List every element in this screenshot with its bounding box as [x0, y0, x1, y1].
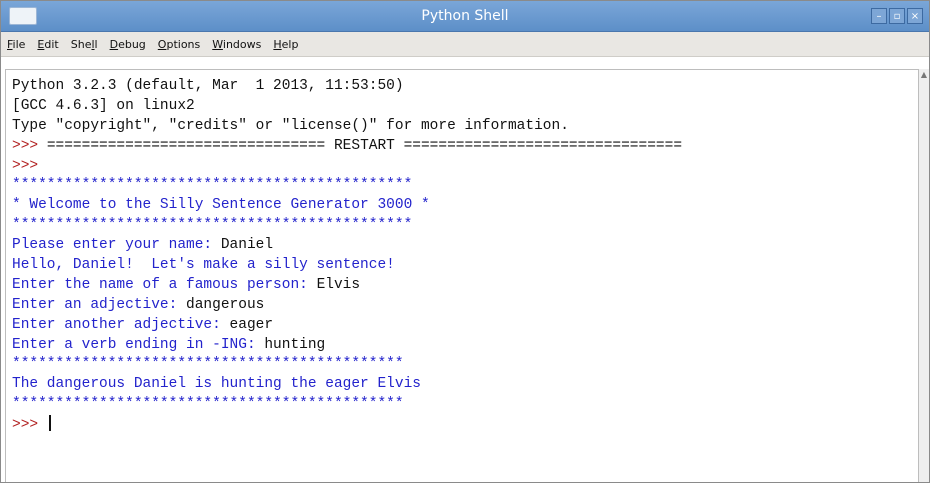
output-text: Please enter your name: [12, 237, 221, 254]
input-text: eager [229, 316, 274, 333]
menu-options[interactable]: Options [158, 38, 200, 51]
shell-line: Enter an adjective: dangerous [12, 296, 919, 316]
prompt-text: >>> [12, 417, 47, 434]
shell-line: Hello, Daniel! Let's make a silly senten… [12, 256, 919, 276]
output-text: ****************************************… [12, 356, 404, 373]
output-text: Enter the name of a famous person: [12, 276, 317, 293]
menu-bar: File Edit Shell Debug Options Windows He… [1, 32, 929, 57]
text-cursor [48, 415, 51, 432]
input-text: dangerous [186, 296, 265, 313]
shell-line: >>> [12, 415, 919, 435]
shell-line: >>> ================================ RES… [12, 137, 919, 157]
shell-line: ****************************************… [12, 176, 919, 196]
vertical-scrollbar[interactable]: ▲ [918, 69, 929, 482]
minimize-button[interactable]: – [871, 8, 887, 24]
shell-line: * Welcome to the Silly Sentence Generato… [12, 196, 919, 216]
shell-line: ****************************************… [12, 216, 919, 236]
input-text: hunting [264, 336, 326, 353]
scroll-up-arrow-icon[interactable]: ▲ [919, 69, 929, 81]
shell-line: ****************************************… [12, 395, 919, 415]
python-shell-window: Python Shell – ▫ × File Edit Shell Debug… [0, 0, 930, 483]
output-text: Enter another adjective: [12, 316, 230, 333]
output-text: ****************************************… [12, 177, 413, 194]
shell-line: ****************************************… [12, 355, 919, 375]
shell-output[interactable]: Python 3.2.3 (default, Mar 1 2013, 11:53… [6, 70, 919, 435]
shell-line: Enter a verb ending in -ING: hunting [12, 336, 919, 356]
shell-line: Python 3.2.3 (default, Mar 1 2013, 11:53… [12, 77, 919, 97]
output-text: The dangerous Daniel is hunting the eage… [12, 376, 421, 393]
menu-shell[interactable]: Shell [71, 38, 98, 51]
prompt-text: >>> [12, 157, 39, 174]
shell-line: Type "copyright", "credits" or "license(… [12, 117, 919, 137]
prompt-text: >>> [12, 137, 47, 154]
input-text: Elvis [316, 276, 361, 293]
shell-line: The dangerous Daniel is hunting the eage… [12, 375, 919, 395]
input-text: ================================ RESTART… [46, 137, 683, 154]
shell-line: [GCC 4.6.3] on linux2 [12, 97, 919, 117]
input-text: Type "copyright", "credits" or "license(… [12, 117, 569, 134]
output-text: * Welcome to the Silly Sentence Generato… [12, 197, 430, 214]
menu-file[interactable]: File [7, 38, 25, 51]
output-text: Hello, Daniel! Let's make a silly senten… [12, 257, 395, 274]
window-controls: – ▫ × [871, 8, 923, 24]
close-button[interactable]: × [907, 8, 923, 24]
maximize-button[interactable]: ▫ [889, 8, 905, 24]
menu-windows[interactable]: Windows [212, 38, 261, 51]
input-text: [GCC 4.6.3] on linux2 [12, 97, 195, 114]
menu-debug[interactable]: Debug [110, 38, 146, 51]
menu-edit[interactable]: Edit [37, 38, 58, 51]
shell-line: Enter the name of a famous person: Elvis [12, 276, 919, 296]
shell-text-area[interactable]: Python 3.2.3 (default, Mar 1 2013, 11:53… [5, 69, 919, 482]
input-text: Python 3.2.3 (default, Mar 1 2013, 11:53… [12, 78, 404, 94]
output-text: Enter a verb ending in -ING: [12, 336, 265, 353]
shell-line: >>> [12, 157, 919, 177]
output-text: Enter an adjective: [12, 296, 187, 313]
shell-line: Please enter your name: Daniel [12, 236, 919, 256]
output-text: ****************************************… [12, 217, 413, 234]
shell-line: Enter another adjective: eager [12, 316, 919, 336]
input-text: Daniel [220, 237, 274, 254]
output-text: ****************************************… [12, 396, 404, 413]
window-title: Python Shell [421, 8, 509, 24]
menu-help[interactable]: Help [273, 38, 298, 51]
title-bar[interactable]: Python Shell – ▫ × [1, 1, 929, 32]
